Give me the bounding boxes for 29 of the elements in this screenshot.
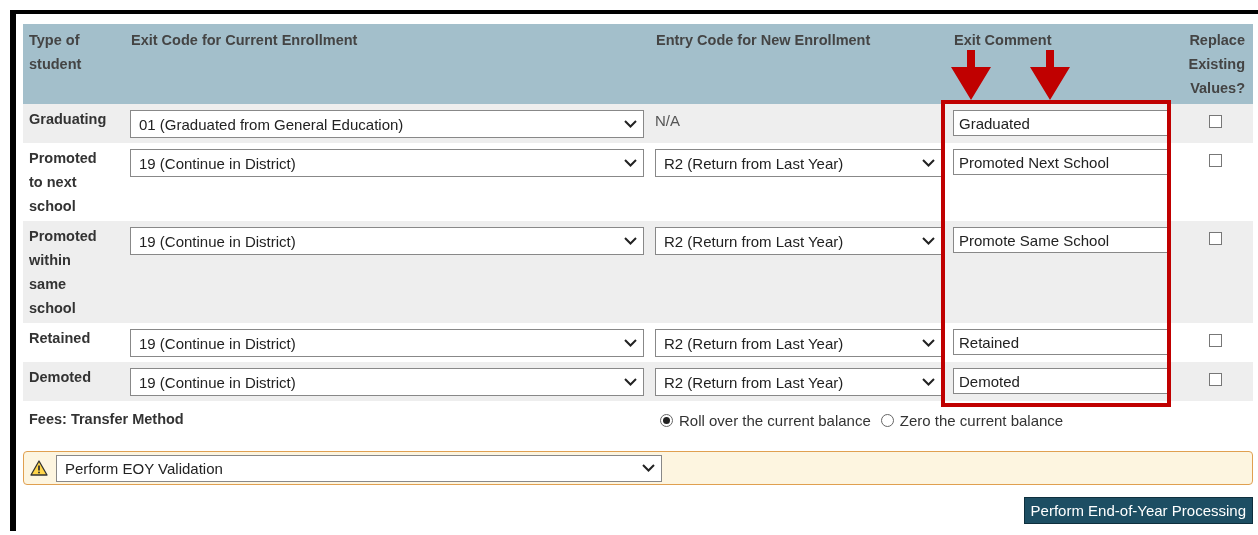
exit-comment-field[interactable]: Promoted Next School [953,149,1168,175]
entry-code-text: N/A [655,111,681,129]
student-type-label: Demoted [29,368,93,387]
student-type-label: Retained [29,329,92,348]
exit-comment-field[interactable]: Promote Same School [953,227,1168,253]
radio-label[interactable]: Roll over the current balance [679,411,871,429]
exit-comment-field[interactable]: Demoted [953,368,1168,394]
student-type-label: Promoted within same school [29,227,98,318]
exit-code-dropdown[interactable]: 19 (Continue in District) [130,227,644,255]
entry-code-dropdown[interactable]: R2 (Return from Last Year) [655,329,942,357]
entry-code-dropdown[interactable]: R2 (Return from Last Year) [655,368,942,396]
column-header: Exit Code for Current Enrollment [125,24,650,104]
entry-code-dropdown[interactable]: R2 (Return from Last Year) [655,149,942,177]
student-type-label: Graduating [29,110,107,129]
exit-comment-field[interactable]: Retained [953,329,1168,355]
process-button[interactable]: Perform End-of-Year Processing [1023,497,1253,524]
fees-label: Fees: Transfer Method [28,411,185,427]
entry-code-dropdown[interactable]: R2 (Return from Last Year) [655,227,942,255]
validation-dropdown[interactable]: Perform EOY Validation [56,454,662,482]
column-header: Replace Existing Values? [1178,24,1253,104]
column-header: Type of student [23,24,125,104]
exit-code-dropdown[interactable]: 01 (Graduated from General Education) [130,110,644,138]
column-header: Entry Code for New Enrollment [650,24,948,104]
student-type-label: Promoted to next school [29,149,98,216]
exit-comment-field[interactable]: Graduated [953,110,1168,136]
exit-code-dropdown[interactable]: 19 (Continue in District) [130,368,644,396]
radio-label[interactable]: Zero the current balance [899,411,1064,429]
exit-code-dropdown[interactable]: 19 (Continue in District) [130,149,644,177]
exit-code-dropdown[interactable]: 19 (Continue in District) [130,329,644,357]
